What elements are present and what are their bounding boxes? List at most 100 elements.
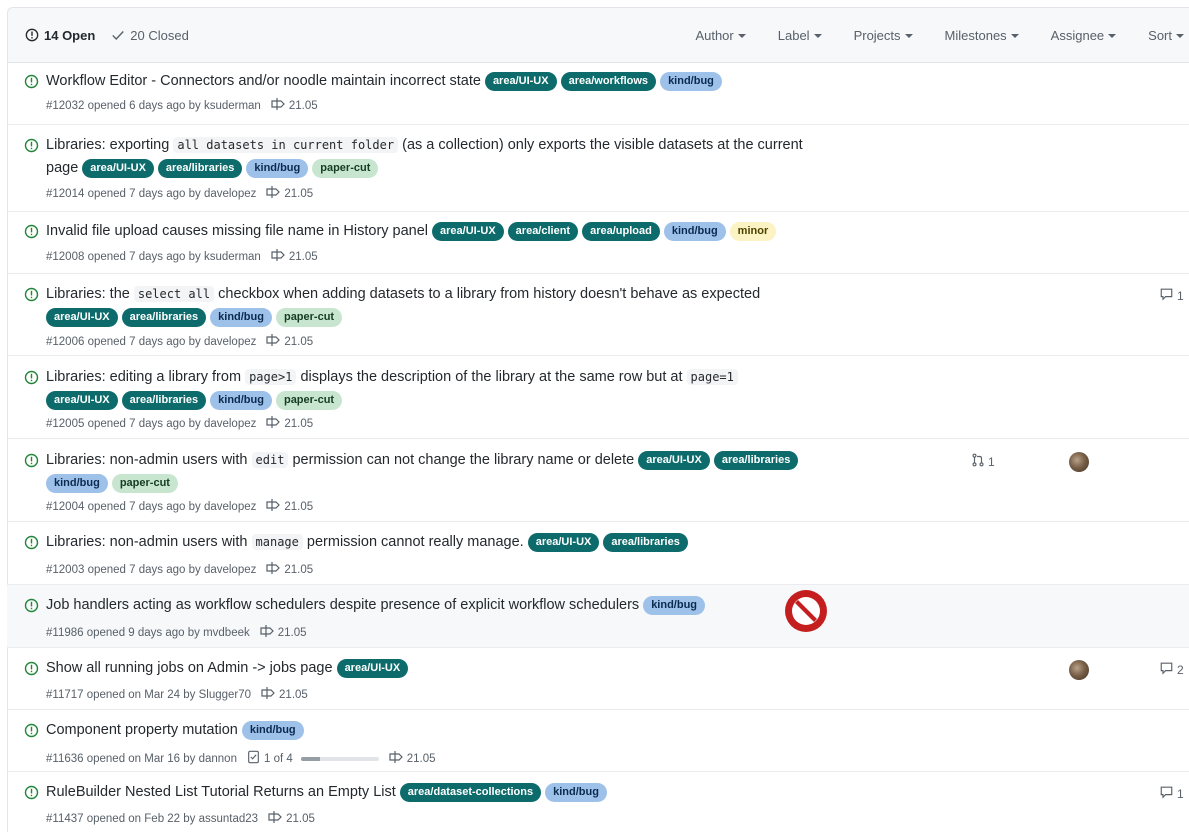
sort-filter[interactable]: Sort bbox=[1148, 28, 1184, 43]
issue-label[interactable]: area/libraries bbox=[121, 308, 207, 327]
issue-row[interactable]: RuleBuilder Nested List Tutorial Returns… bbox=[7, 771, 1189, 831]
issue-label[interactable]: paper-cut bbox=[275, 391, 343, 410]
milestone-link[interactable]: 21.05 bbox=[265, 416, 313, 431]
closed-issues-tab[interactable]: 20 Closed bbox=[111, 28, 189, 43]
issue-title-link[interactable]: Libraries: editing a library from page>1… bbox=[46, 369, 738, 385]
assignee-avatar[interactable] bbox=[1069, 660, 1089, 680]
issue-row[interactable]: Libraries: exporting all datasets in cur… bbox=[7, 124, 1189, 211]
caret-down-icon bbox=[1108, 34, 1117, 38]
issue-title-part: Libraries: the bbox=[46, 286, 134, 302]
milestone-link[interactable]: 21.05 bbox=[388, 751, 436, 766]
milestone-link[interactable]: 21.05 bbox=[267, 811, 315, 826]
issue-label[interactable]: kind/bug bbox=[660, 72, 722, 91]
assignee-avatar[interactable] bbox=[1069, 452, 1089, 472]
issue-label[interactable]: kind/bug bbox=[545, 783, 607, 802]
issue-row[interactable]: Show all running jobs on Admin -> jobs p… bbox=[7, 647, 1189, 709]
issue-label[interactable]: area/libraries bbox=[121, 391, 207, 410]
issue-label[interactable]: area/UI-UX bbox=[336, 659, 409, 678]
issue-title-part: permission can not change the library na… bbox=[288, 452, 635, 468]
issue-label[interactable]: area/libraries bbox=[603, 533, 688, 552]
issues-header: 14 Open 20 Closed Author Label Projects … bbox=[8, 8, 1189, 63]
author-filter[interactable]: Author bbox=[695, 28, 746, 43]
milestone-link[interactable]: 21.05 bbox=[265, 499, 313, 514]
issue-label[interactable]: area/libraries bbox=[713, 451, 799, 470]
comments-link[interactable]: 1 bbox=[1159, 287, 1184, 304]
projects-filter[interactable]: Projects bbox=[854, 28, 913, 43]
issue-title-line: Component property mutation kind/bug bbox=[46, 719, 896, 742]
tasklist-icon bbox=[247, 750, 260, 767]
issue-title-link[interactable]: Libraries: non-admin users with manage p… bbox=[46, 534, 524, 550]
issue-title-line: Libraries: exporting all datasets in cur… bbox=[46, 134, 896, 180]
issue-label[interactable]: kind/bug bbox=[210, 308, 272, 327]
issue-title-link[interactable]: RuleBuilder Nested List Tutorial Returns… bbox=[46, 784, 396, 800]
issue-label[interactable]: area/UI-UX bbox=[484, 72, 557, 91]
milestone-name: 21.05 bbox=[277, 626, 307, 639]
issue-label[interactable]: paper-cut bbox=[312, 159, 379, 178]
issue-meta: #11986 opened 9 days ago by mvdbeek 21.05 bbox=[46, 625, 307, 640]
issue-meta: #11636 opened on Mar 16 by dannon 1 of 4 2… bbox=[46, 750, 436, 767]
issue-label[interactable]: kind/bug bbox=[241, 721, 304, 740]
milestone-link[interactable]: 21.05 bbox=[265, 562, 313, 577]
issue-label[interactable]: kind/bug bbox=[210, 391, 272, 410]
issue-row[interactable]: Invalid file upload causes missing file … bbox=[7, 211, 1189, 273]
task-progress-bar bbox=[300, 756, 379, 761]
issue-row[interactable]: Job handlers acting as workflow schedule… bbox=[7, 584, 1189, 647]
issue-label[interactable]: area/dataset-collections bbox=[399, 783, 542, 802]
issue-row[interactable]: Libraries: non-admin users with edit per… bbox=[7, 438, 1189, 521]
milestone-link[interactable]: 21.05 bbox=[259, 625, 307, 640]
issue-row[interactable]: Component property mutation kind/bug #1163… bbox=[7, 709, 1189, 771]
issue-row[interactable]: Libraries: the select all checkbox when … bbox=[7, 273, 1189, 355]
issue-title-link[interactable]: Workflow Editor - Connectors and/or nood… bbox=[46, 73, 481, 89]
milestone-name: 21.05 bbox=[284, 187, 314, 200]
issue-label[interactable]: area/UI-UX bbox=[432, 222, 504, 241]
issue-title-link[interactable]: Show all running jobs on Admin -> jobs p… bbox=[46, 660, 333, 676]
issue-opened-info: #12006 opened 7 days ago by davelopez bbox=[46, 335, 257, 348]
issue-title-link[interactable]: Invalid file upload causes missing file … bbox=[46, 223, 428, 239]
issue-label[interactable]: area/UI-UX bbox=[527, 533, 600, 552]
issue-label[interactable]: kind/bug bbox=[643, 596, 706, 615]
issue-label[interactable]: paper-cut bbox=[111, 474, 178, 493]
label-filter[interactable]: Label bbox=[778, 28, 822, 43]
milestone-link[interactable]: 21.05 bbox=[265, 186, 313, 201]
issue-label[interactable]: area/UI-UX bbox=[638, 451, 710, 470]
milestone-link[interactable]: 21.05 bbox=[260, 687, 308, 702]
issue-title-part: page bbox=[46, 160, 79, 176]
issue-label[interactable]: kind/bug bbox=[246, 159, 309, 178]
issue-title-part: Libraries: non-admin users with bbox=[46, 534, 252, 550]
issue-label[interactable]: kind/bug bbox=[46, 474, 108, 493]
open-issues-tab[interactable]: 14 Open bbox=[25, 28, 95, 43]
issue-label[interactable]: area/libraries bbox=[157, 159, 243, 178]
issue-label[interactable]: minor bbox=[729, 222, 777, 241]
inline-code: page=1 bbox=[686, 369, 738, 385]
issue-row[interactable]: Workflow Editor - Connectors and/or nood… bbox=[7, 62, 1189, 124]
task-progress-fill bbox=[300, 756, 321, 761]
issue-label[interactable]: area/workflows bbox=[560, 72, 657, 91]
issue-title-link[interactable]: Libraries: the select all checkbox when … bbox=[46, 286, 760, 302]
issue-label[interactable]: area/UI-UX bbox=[46, 308, 118, 327]
comments-link[interactable]: 1 bbox=[1159, 785, 1184, 802]
issue-row[interactable]: Libraries: non-admin users with manage p… bbox=[7, 521, 1189, 584]
issue-title-line: Job handlers acting as workflow schedule… bbox=[46, 594, 896, 617]
task-progress: 1 of 4 bbox=[247, 750, 379, 767]
linked-pr-link[interactable]: 1 bbox=[971, 453, 995, 470]
milestone-link[interactable]: 21.05 bbox=[270, 98, 318, 113]
issue-label[interactable]: area/UI-UX bbox=[82, 159, 154, 178]
issue-label[interactable]: kind/bug bbox=[663, 222, 726, 241]
issue-title-link[interactable]: Job handlers acting as workflow schedule… bbox=[46, 597, 639, 613]
issue-label[interactable]: area/client bbox=[507, 222, 579, 241]
issue-title-part: displays the description of the library … bbox=[296, 369, 687, 385]
issue-row[interactable]: Libraries: editing a library from page>1… bbox=[7, 355, 1189, 438]
issue-title: Invalid file upload causes missing file … bbox=[46, 223, 429, 239]
assignee-filter[interactable]: Assignee bbox=[1051, 28, 1117, 43]
issue-title-link[interactable]: Component property mutation bbox=[46, 722, 238, 738]
milestone-link[interactable]: 21.05 bbox=[265, 334, 313, 349]
git-pull-request-icon bbox=[971, 453, 985, 470]
issue-label[interactable]: area/upload bbox=[582, 222, 660, 241]
issue-label[interactable]: area/UI-UX bbox=[46, 391, 118, 410]
milestones-filter[interactable]: Milestones bbox=[945, 28, 1019, 43]
issue-title-link[interactable]: Libraries: non-admin users with edit per… bbox=[46, 452, 634, 468]
issue-title-line: Libraries: editing a library from page>1… bbox=[46, 366, 896, 412]
issue-label[interactable]: paper-cut bbox=[275, 308, 343, 327]
milestone-link[interactable]: 21.05 bbox=[270, 249, 318, 264]
comments-link[interactable]: 2 bbox=[1159, 661, 1184, 678]
